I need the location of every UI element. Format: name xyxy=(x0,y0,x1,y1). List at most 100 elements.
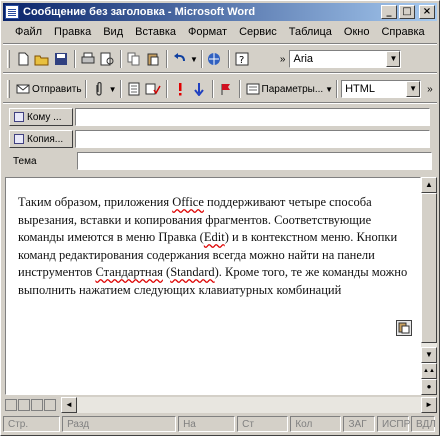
cc-button[interactable]: Копия... xyxy=(9,130,73,148)
flag-icon[interactable] xyxy=(217,80,235,98)
maximize-button[interactable]: □ xyxy=(399,5,415,19)
chevron-down-icon[interactable]: ▼ xyxy=(386,51,401,67)
standard-toolbar: ▼ ? » Aria ▼ xyxy=(3,47,437,71)
scroll-down-button[interactable]: ▼ xyxy=(421,347,437,363)
to-button[interactable]: Кому ... xyxy=(9,108,73,126)
menu-format[interactable]: Формат xyxy=(182,26,233,38)
minimize-button[interactable]: _ xyxy=(381,5,397,19)
status-track-changes[interactable]: ИСПР xyxy=(377,416,410,432)
toolbar-grip[interactable] xyxy=(7,50,10,68)
check-names-icon[interactable] xyxy=(144,80,162,98)
print-preview-icon[interactable] xyxy=(98,50,116,68)
status-page: Стр. xyxy=(3,416,61,432)
help-icon[interactable]: ? xyxy=(233,50,251,68)
toolbar-separator xyxy=(200,50,203,68)
status-section: Разд xyxy=(62,416,177,432)
spelling-flagged-word: Стандартная xyxy=(95,265,163,279)
undo-icon[interactable] xyxy=(171,50,189,68)
paste-options-icon[interactable] xyxy=(396,320,412,336)
toolbar-separator xyxy=(120,50,122,68)
hyperlink-icon[interactable] xyxy=(206,50,224,68)
font-name-value: Aria xyxy=(293,53,314,65)
chevron-down-icon[interactable]: ▼ xyxy=(109,85,117,94)
toolbar-separator xyxy=(238,80,241,98)
toolbar-separator xyxy=(84,80,87,98)
status-line: Ст xyxy=(237,416,289,432)
message-format-value: HTML xyxy=(345,83,376,95)
address-book-icon[interactable] xyxy=(125,80,143,98)
toolbar-separator xyxy=(227,50,230,68)
menu-window[interactable]: Окно xyxy=(338,26,376,38)
title-bar[interactable]: Сообщение без заголовка - Microsoft Word… xyxy=(3,3,437,21)
cc-label: Копия... xyxy=(27,133,64,145)
chevron-down-icon[interactable]: ▼ xyxy=(190,55,198,64)
subject-field[interactable] xyxy=(77,152,432,170)
menu-file[interactable]: Файл xyxy=(9,26,48,38)
body-text-part: Таким образом, приложения xyxy=(18,195,173,209)
save-icon[interactable] xyxy=(52,50,70,68)
send-icon[interactable] xyxy=(14,80,32,98)
copy-icon[interactable] xyxy=(125,50,143,68)
chevron-down-icon[interactable]: ▼ xyxy=(325,85,333,94)
email-toolbar: Отправить ▼ Параметры... ▼ HTML ▼ » xyxy=(3,77,437,101)
send-button[interactable]: Отправить xyxy=(32,84,82,95)
message-format-select[interactable]: HTML ▼ xyxy=(341,80,422,98)
to-label: Кому ... xyxy=(27,111,62,123)
word-window: Сообщение без заголовка - Microsoft Word… xyxy=(0,0,440,436)
menu-help[interactable]: Справка xyxy=(375,26,430,38)
options-icon[interactable] xyxy=(244,80,262,98)
print-layout-button[interactable] xyxy=(31,399,43,411)
spelling-flagged-word: Standard xyxy=(170,265,215,279)
status-column: Кол xyxy=(290,416,342,432)
menu-table[interactable]: Таблица xyxy=(283,26,338,38)
importance-low-icon[interactable] xyxy=(190,80,208,98)
importance-high-icon[interactable] xyxy=(171,80,189,98)
toolbar-overflow-chevron[interactable]: » xyxy=(427,84,433,95)
scroll-thumb[interactable] xyxy=(421,193,437,343)
attach-icon[interactable] xyxy=(90,80,108,98)
scroll-right-button[interactable]: ► xyxy=(421,397,437,413)
chevron-down-icon[interactable]: ▼ xyxy=(406,81,421,97)
menu-tools[interactable]: Сервис xyxy=(233,26,283,38)
normal-view-button[interactable] xyxy=(5,399,17,411)
paste-icon[interactable] xyxy=(144,50,162,68)
toolbar-grip[interactable] xyxy=(7,80,10,98)
toolbar-separator xyxy=(74,50,76,68)
svg-text:?: ? xyxy=(239,55,244,66)
cc-field[interactable] xyxy=(75,130,430,148)
new-document-icon[interactable] xyxy=(14,50,32,68)
to-field[interactable] xyxy=(75,108,430,126)
toolbar-separator xyxy=(165,80,168,98)
address-book-icon xyxy=(14,134,24,144)
print-icon[interactable] xyxy=(79,50,97,68)
scroll-left-button[interactable]: ◄ xyxy=(61,397,77,413)
menu-insert[interactable]: Вставка xyxy=(129,26,182,38)
address-book-icon xyxy=(14,112,24,122)
browse-object-button[interactable]: ● xyxy=(421,379,437,395)
toolbar-divider xyxy=(3,102,437,104)
prev-page-button[interactable]: ▲▲ xyxy=(421,363,437,379)
outline-view-button[interactable] xyxy=(44,399,56,411)
message-body[interactable]: Таким образом, приложения Office поддерж… xyxy=(5,177,421,395)
vertical-scrollbar[interactable]: ▲ ▼ ▲▲ ● xyxy=(421,177,437,395)
window-title: Сообщение без заголовка - Microsoft Word xyxy=(23,6,256,18)
open-folder-icon[interactable] xyxy=(33,50,51,68)
cc-row: Копия... xyxy=(9,129,430,149)
word-document-icon[interactable] xyxy=(5,5,19,19)
menu-view[interactable]: Вид xyxy=(97,26,129,38)
status-record[interactable]: ЗАГ xyxy=(343,416,376,432)
status-extend[interactable]: ВДЛ xyxy=(411,416,436,432)
font-name-select[interactable]: Aria ▼ xyxy=(289,50,402,68)
scroll-up-button[interactable]: ▲ xyxy=(421,177,437,193)
body-text[interactable]: Таким образом, приложения Office поддерж… xyxy=(18,194,410,299)
menu-divider xyxy=(3,43,437,45)
spelling-flagged-word: Office xyxy=(172,195,204,209)
toolbar-separator xyxy=(211,80,214,98)
menu-edit[interactable]: Правка xyxy=(48,26,97,38)
close-button[interactable]: × xyxy=(419,5,435,19)
options-button[interactable]: Параметры... xyxy=(262,84,324,95)
horizontal-scrollbar[interactable]: ◄ ► xyxy=(61,397,437,413)
toolbar-separator xyxy=(166,50,168,68)
web-view-button[interactable] xyxy=(18,399,30,411)
toolbar-overflow-chevron[interactable]: » xyxy=(280,54,286,65)
